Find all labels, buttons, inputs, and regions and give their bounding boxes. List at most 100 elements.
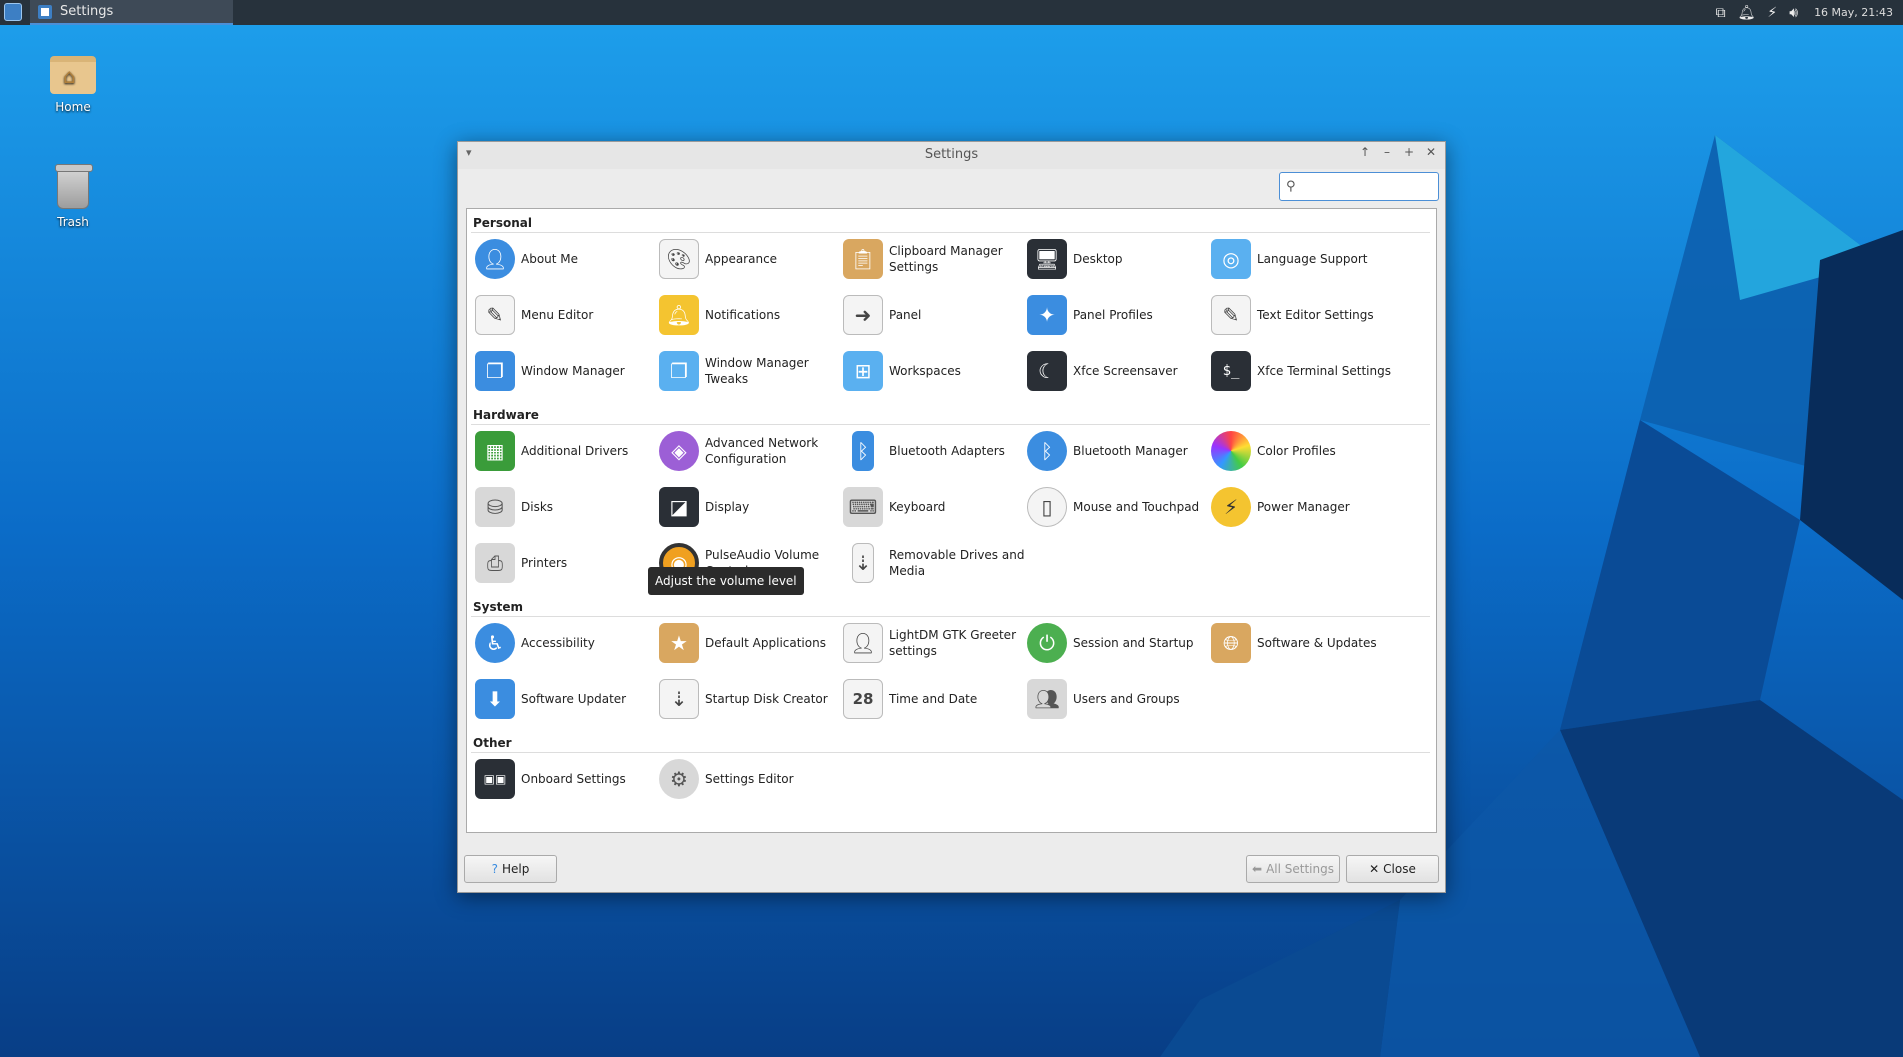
item-keyboard[interactable]: ⌨ Keyboard bbox=[843, 481, 1027, 533]
section-title: System bbox=[473, 600, 523, 614]
back-arrow-icon: ⬅ bbox=[1252, 862, 1263, 876]
text-editor-icon: ✎ bbox=[1211, 295, 1251, 335]
item-software-updater[interactable]: ⬇ Software Updater bbox=[475, 673, 659, 725]
software-icon: 🌐︎ bbox=[1211, 623, 1251, 663]
clock[interactable]: 16 May, 21:43 bbox=[1814, 6, 1893, 19]
item-label: LightDM GTK Greeter settings bbox=[889, 628, 1016, 658]
all-settings-button[interactable]: ⬅ All Settings bbox=[1246, 855, 1340, 883]
power-icon[interactable]: ⚡︎ bbox=[1767, 5, 1777, 21]
item-bluetooth-adapters[interactable]: ᛒ Bluetooth Adapters bbox=[843, 425, 1027, 477]
network-icon[interactable]: ⧉ bbox=[1716, 5, 1726, 21]
item-bluetooth-manager[interactable]: ᛒ Bluetooth Manager bbox=[1027, 425, 1211, 477]
clipboard-icon: 📋︎ bbox=[843, 239, 883, 279]
user-icon: 👤︎ bbox=[475, 239, 515, 279]
item-menu-editor[interactable]: ✎ Menu Editor bbox=[475, 289, 659, 341]
item-advanced-network-configuration[interactable]: ◈ Advanced Network Configuration bbox=[659, 425, 843, 477]
all-settings-button-label: All Settings bbox=[1266, 862, 1334, 876]
close-button[interactable]: ✕ Close bbox=[1346, 855, 1439, 883]
item-display[interactable]: ◪ Display bbox=[659, 481, 843, 533]
printer-icon: ⎙ bbox=[475, 543, 515, 583]
panel-icon: ➜ bbox=[843, 295, 883, 335]
item-startup-disk-creator[interactable]: ⇣ Startup Disk Creator bbox=[659, 673, 843, 725]
item-xfce-screensaver[interactable]: ☾ Xfce Screensaver bbox=[1027, 345, 1211, 397]
item-label: Workspaces bbox=[889, 364, 961, 378]
settings-app-icon bbox=[38, 4, 52, 19]
item-software-and-updates[interactable]: 🌐︎ Software & Updates bbox=[1211, 617, 1395, 669]
item-xfce-terminal-settings[interactable]: $_ Xfce Terminal Settings bbox=[1211, 345, 1395, 397]
item-printers[interactable]: ⎙ Printers bbox=[475, 537, 659, 589]
help-button[interactable]: ? Help bbox=[464, 855, 557, 883]
item-appearance[interactable]: 🎨︎ Appearance bbox=[659, 233, 843, 285]
item-time-and-date[interactable]: 28 Time and Date bbox=[843, 673, 1027, 725]
item-label: Bluetooth Manager bbox=[1073, 444, 1188, 458]
maximize-icon[interactable]: + bbox=[1401, 145, 1417, 163]
item-label: Removable Drives and Media bbox=[889, 548, 1025, 578]
item-text-editor-settings[interactable]: ✎ Text Editor Settings bbox=[1211, 289, 1395, 341]
calendar-icon: 28 bbox=[843, 679, 883, 719]
item-panel-profiles[interactable]: ✦ Panel Profiles bbox=[1027, 289, 1211, 341]
item-workspaces[interactable]: ⊞ Workspaces bbox=[843, 345, 1027, 397]
item-disks[interactable]: ⛁ Disks bbox=[475, 481, 659, 533]
window-titlebar[interactable]: ▾ Settings ↑ – + ✕ bbox=[458, 142, 1445, 169]
window-title: Settings bbox=[924, 147, 979, 162]
item-label: Advanced Network Configuration bbox=[705, 436, 819, 466]
wm-tweaks-icon: ❐ bbox=[659, 351, 699, 391]
item-removable-drives-and-media[interactable]: ⇣ Removable Drives and Media bbox=[843, 537, 1027, 589]
item-label: Users and Groups bbox=[1073, 692, 1180, 706]
item-clipboard-manager-settings[interactable]: 📋︎ Clipboard Manager Settings bbox=[843, 233, 1027, 285]
section-title: Hardware bbox=[473, 408, 539, 422]
item-color-profiles[interactable]: Color Profiles bbox=[1211, 425, 1395, 477]
item-about-me[interactable]: 👤︎ About Me bbox=[475, 233, 659, 285]
settings-content: Personal Hardware System Other 👤︎ About … bbox=[466, 208, 1437, 833]
item-users-and-groups[interactable]: 👥︎ Users and Groups bbox=[1027, 673, 1211, 725]
item-label: Xfce Terminal Settings bbox=[1257, 364, 1391, 378]
desktop-icon-label: Home bbox=[55, 100, 91, 114]
accessibility-icon: ♿︎ bbox=[475, 623, 515, 663]
item-lightdm-gtk-greeter-settings[interactable]: 👤︎ LightDM GTK Greeter settings bbox=[843, 617, 1027, 669]
item-label: Desktop bbox=[1073, 252, 1123, 266]
item-onboard-settings[interactable]: ▣▣ Onboard Settings bbox=[475, 753, 659, 805]
section-title: Personal bbox=[473, 216, 532, 230]
applications-menu-button[interactable] bbox=[4, 3, 22, 21]
usb-creator-icon: ⇣ bbox=[659, 679, 699, 719]
desktop-icon-label: Trash bbox=[57, 215, 89, 229]
item-label: Software Updater bbox=[521, 692, 627, 706]
search-row: ⚲ bbox=[458, 169, 1445, 208]
item-notifications[interactable]: 🔔︎ Notifications bbox=[659, 289, 843, 341]
item-accessibility[interactable]: ♿︎ Accessibility bbox=[475, 617, 659, 669]
item-label: Color Profiles bbox=[1257, 444, 1336, 458]
item-label: Bluetooth Adapters bbox=[889, 444, 1005, 458]
mouse-icon: ▯ bbox=[1027, 487, 1067, 527]
item-label: Language Support bbox=[1257, 252, 1368, 266]
volume-icon[interactable]: 🔊︎ bbox=[1789, 5, 1798, 21]
item-power-manager[interactable]: ⚡︎ Power Manager bbox=[1211, 481, 1395, 533]
item-window-manager[interactable]: ❐ Window Manager bbox=[475, 345, 659, 397]
item-desktop[interactable]: 🖥︎ Desktop bbox=[1027, 233, 1211, 285]
item-language-support[interactable]: ◎ Language Support bbox=[1211, 233, 1395, 285]
search-input[interactable] bbox=[1301, 179, 1422, 194]
item-mouse-and-touchpad[interactable]: ▯ Mouse and Touchpad bbox=[1027, 481, 1211, 533]
desktop-icon-home[interactable]: Home bbox=[28, 56, 118, 114]
close-button-label: Close bbox=[1383, 862, 1416, 876]
search-box[interactable]: ⚲ bbox=[1279, 172, 1439, 201]
item-window-manager-tweaks[interactable]: ❐ Window Manager Tweaks bbox=[659, 345, 843, 397]
minimize-icon[interactable]: – bbox=[1379, 145, 1395, 163]
item-label: Additional Drivers bbox=[521, 444, 629, 458]
bell-icon[interactable]: 🔔︎ bbox=[1738, 5, 1756, 21]
item-label: Disks bbox=[521, 500, 554, 514]
network-icon: ◈ bbox=[659, 431, 699, 471]
item-additional-drivers[interactable]: ▦ Additional Drivers bbox=[475, 425, 659, 477]
keep-above-icon[interactable]: ↑ bbox=[1357, 145, 1373, 163]
item-panel[interactable]: ➜ Panel bbox=[843, 289, 1027, 341]
item-label: Notifications bbox=[705, 308, 781, 322]
taskbar-button-settings[interactable]: Settings bbox=[30, 0, 233, 25]
item-settings-editor[interactable]: ⚙︎ Settings Editor bbox=[659, 753, 843, 805]
desktop-icon-trash[interactable]: Trash bbox=[28, 164, 118, 229]
item-default-applications[interactable]: ★ Default Applications bbox=[659, 617, 843, 669]
monitor-icon: 🖥︎ bbox=[1027, 239, 1067, 279]
close-icon[interactable]: ✕ bbox=[1423, 145, 1439, 163]
workspaces-icon: ⊞ bbox=[843, 351, 883, 391]
item-label: About Me bbox=[521, 252, 579, 266]
item-session-and-startup[interactable]: ⏻ Session and Startup bbox=[1027, 617, 1211, 669]
settings-window: ▾ Settings ↑ – + ✕ ⚲ Personal Hardware S… bbox=[457, 141, 1446, 893]
